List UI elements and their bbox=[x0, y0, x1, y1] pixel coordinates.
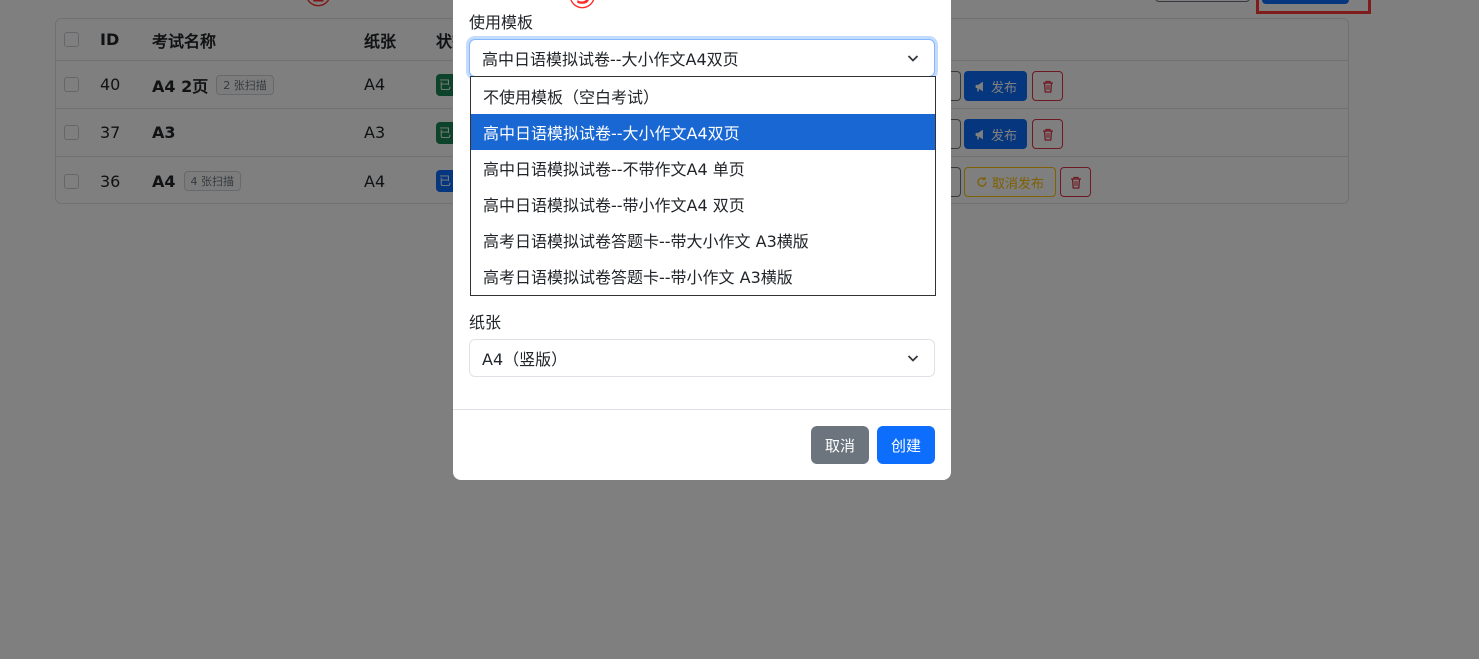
chevron-down-icon bbox=[907, 355, 919, 362]
modal-footer-divider bbox=[453, 409, 951, 410]
template-option[interactable]: 高考日语模拟试卷答题卡--带大小作文 A3横版 bbox=[471, 222, 935, 258]
paper-select-value: A4（竖版） bbox=[482, 350, 568, 369]
annotation-number-3: ③ bbox=[567, 0, 597, 14]
paper-select[interactable]: A4（竖版） bbox=[469, 339, 935, 377]
paper-label: 纸张 bbox=[469, 313, 502, 332]
chevron-down-icon bbox=[907, 55, 919, 62]
template-option-selected[interactable]: 高中日语模拟试卷--大小作文A4双页 bbox=[471, 114, 935, 150]
template-option[interactable]: 高中日语模拟试卷--不带作文A4 单页 bbox=[471, 150, 935, 186]
template-option[interactable]: 高中日语模拟试卷--带小作文A4 双页 bbox=[471, 186, 935, 222]
template-option[interactable]: 高考日语模拟试卷答题卡--带小作文 A3横版 bbox=[471, 258, 935, 294]
cancel-button[interactable]: 取消 bbox=[811, 426, 869, 464]
template-dropdown-list: 不使用模板（空白考试） 高中日语模拟试卷--大小作文A4双页 高中日语模拟试卷-… bbox=[470, 76, 936, 296]
template-select[interactable]: 高中日语模拟试卷--大小作文A4双页 bbox=[469, 39, 935, 77]
template-label: 使用模板 bbox=[469, 13, 534, 32]
template-select-value: 高中日语模拟试卷--大小作文A4双页 bbox=[482, 50, 739, 69]
create-button[interactable]: 创建 bbox=[877, 426, 935, 464]
template-option[interactable]: 不使用模板（空白考试） bbox=[471, 78, 935, 114]
